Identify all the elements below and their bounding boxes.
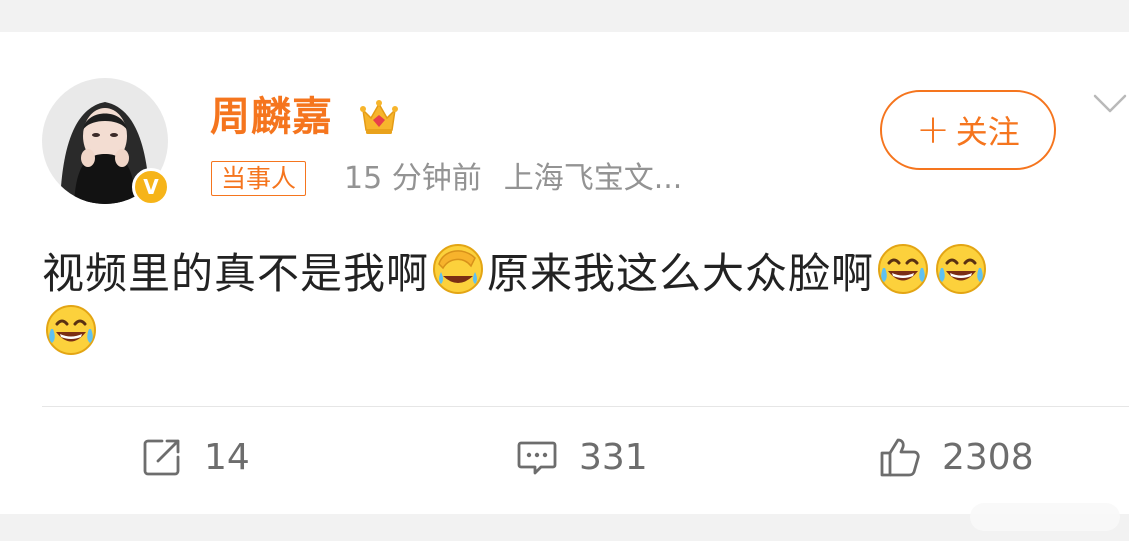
comment-count: 331 [579, 436, 648, 478]
tears-of-joy-emoji [46, 305, 96, 355]
avatar[interactable]: V [42, 78, 170, 206]
repost-button[interactable]: 14 [140, 427, 250, 487]
post-text-segment-2: 原来我这么大众脸啊 [487, 249, 875, 298]
post-text-segment-1: 视频里的真不是我啊 [42, 249, 430, 298]
repost-icon [143, 439, 180, 476]
horizontal-scrollbar[interactable] [970, 503, 1120, 531]
author-name[interactable]: 周麟嘉 [210, 92, 333, 142]
thumbs-up-icon [880, 438, 920, 477]
follow-button[interactable]: + 关注 [880, 90, 1056, 170]
chevron-down-icon[interactable] [1092, 92, 1128, 116]
follow-label: 关注 [955, 113, 1020, 151]
weibo-post-card: V 周麟嘉 当事人 15 分钟前 上海飞宝文... + 关注 视频里的真不是我啊 … [0, 32, 1129, 514]
post-meta: 15 分钟前 上海飞宝文... [344, 160, 682, 198]
like-count: 2308 [942, 436, 1034, 478]
tears-of-joy-emoji [936, 244, 987, 294]
post-source: 上海飞宝文... [503, 161, 683, 196]
tears-of-joy-emoji [878, 244, 929, 294]
repost-count: 14 [204, 436, 250, 478]
crown-icon [360, 100, 398, 134]
divider [42, 406, 1129, 407]
comment-button[interactable]: 331 [515, 427, 648, 487]
post-text: 视频里的真不是我啊 原来我这么大众脸啊 [42, 242, 1117, 364]
party-involved-tag: 当事人 [211, 161, 307, 196]
v-verified-icon: V [132, 168, 170, 206]
facepalm-laugh-emoji [433, 244, 484, 294]
post-time: 15 分钟前 [344, 161, 482, 196]
comment-icon [517, 441, 557, 475]
plus-icon: + [916, 107, 950, 153]
like-button[interactable]: 2308 [878, 427, 1034, 487]
